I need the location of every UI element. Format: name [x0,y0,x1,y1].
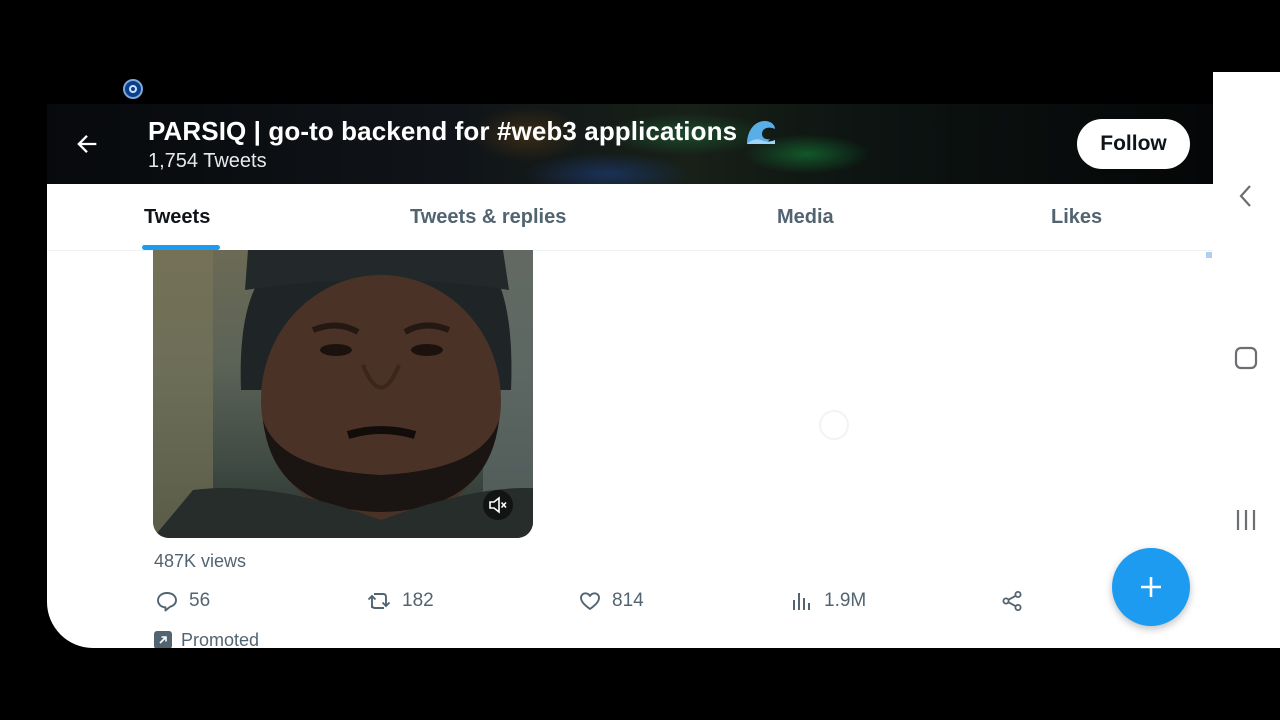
system-back-button[interactable] [1226,176,1266,216]
like-button[interactable]: 814 [578,588,644,614]
profile-name-text: PARSIQ | go-to backend for #web3 applica… [148,116,738,146]
promoted-text: Promoted [181,629,260,649]
status-app-icon [123,79,143,99]
profile-header: PARSIQ | go-to backend for #web3 applica… [47,104,1213,184]
reply-button[interactable]: 56 [155,588,210,614]
mute-icon[interactable] [483,490,513,520]
speaker-muted-icon [489,496,507,514]
retweet-button[interactable]: 182 [366,588,434,614]
heart-icon [580,592,600,610]
profile-name: PARSIQ | go-to backend for #web3 applica… [148,116,777,153]
share-icon [1002,591,1022,611]
reply-icon [157,592,177,612]
tab-likes[interactable]: Likes [1051,184,1102,250]
plus-icon [1141,577,1161,597]
analytics-button[interactable]: 1.9M [790,588,866,614]
water-wave-icon [745,118,777,153]
bar-chart-icon [793,593,810,610]
profile-tabs: Tweets Tweets & replies Media Likes [47,184,1213,251]
twitter-profile-screen: PARSIQ | go-to backend for #web3 applica… [47,104,1213,648]
back-button[interactable] [69,126,105,162]
retweet-count: 182 [402,590,434,611]
recents-icon [1236,510,1256,530]
scroll-indicator [1206,252,1212,258]
system-recents-button[interactable] [1226,500,1266,540]
promoted-icon [154,631,172,648]
home-icon [1234,346,1258,370]
promoted-label: Promoted [154,629,259,648]
loading-spinner [819,410,849,440]
tab-media[interactable]: Media [777,184,834,250]
impression-count: 1.9M [824,590,867,611]
tab-tweets[interactable]: Tweets [144,184,210,250]
system-navigation-bar [1213,72,1280,648]
back-icon [1239,185,1251,207]
tab-tweets-and-replies[interactable]: Tweets & replies [410,184,566,250]
video-frame-image [153,250,533,538]
system-home-button[interactable] [1226,338,1266,378]
retweet-icon [367,593,391,609]
share-button[interactable] [1000,588,1024,614]
compose-tweet-button[interactable] [1112,548,1190,626]
tweet-video[interactable] [153,250,533,538]
view-count: 487K views [154,551,247,571]
tweet-count: 1,754 Tweets [148,150,267,172]
arrow-left-icon [77,135,97,153]
reply-count: 56 [189,590,211,611]
follow-button[interactable]: Follow [1077,119,1190,169]
like-count: 814 [612,590,644,611]
